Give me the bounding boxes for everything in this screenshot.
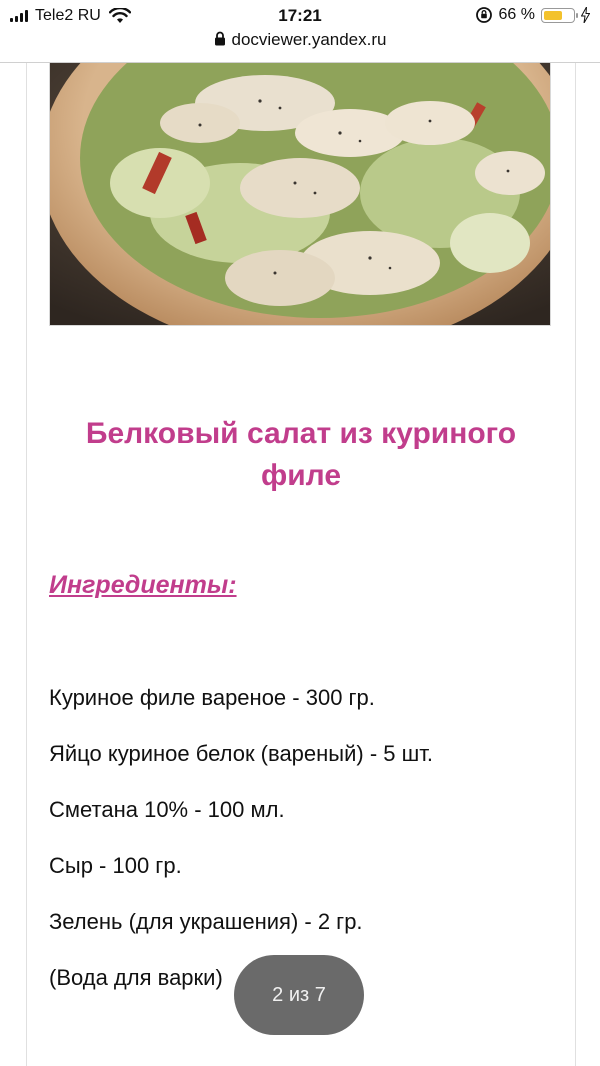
address-bar[interactable]: docviewer.yandex.ru [0, 30, 600, 58]
rotation-lock-icon [475, 7, 492, 23]
ingredient-item: Сыр - 100 гр. [49, 853, 182, 878]
status-right: 66 % [475, 6, 590, 24]
status-bar: Tele2 RU 17:21 66 % [0, 0, 600, 32]
battery-nub [576, 12, 578, 18]
recipe-title: Белковый салат из куриного филе [85, 417, 517, 492]
battery-percent: 66 % [498, 6, 535, 23]
charging-bolt-icon [581, 7, 590, 23]
ingredient-item: Яйцо куриное белок (вареный) - 5 шт. [49, 741, 434, 766]
lock-icon [214, 31, 225, 46]
ingredient-item: Сметана 10% - 100 мл. [49, 797, 285, 822]
ingredient-list: Куриное филе вареное - 300 гр. Яйцо кури… [49, 683, 433, 1019]
ingredient-item: Зелень (для украшения) - 2 гр. [49, 909, 363, 934]
battery-icon [541, 7, 578, 23]
salad-photo [49, 63, 551, 326]
ingredient-item: Куриное филе вареное - 300 гр. [49, 685, 375, 710]
document-page: Белковый салат из куриного филе Ингредие… [26, 63, 576, 1066]
url-text: docviewer.yandex.ru [231, 30, 387, 49]
salad-illustration [50, 63, 550, 325]
battery-level [544, 10, 562, 20]
ingredients-heading: Ингредиенты: [49, 571, 237, 599]
page-indicator[interactable]: 2 из 7 [234, 955, 364, 1035]
